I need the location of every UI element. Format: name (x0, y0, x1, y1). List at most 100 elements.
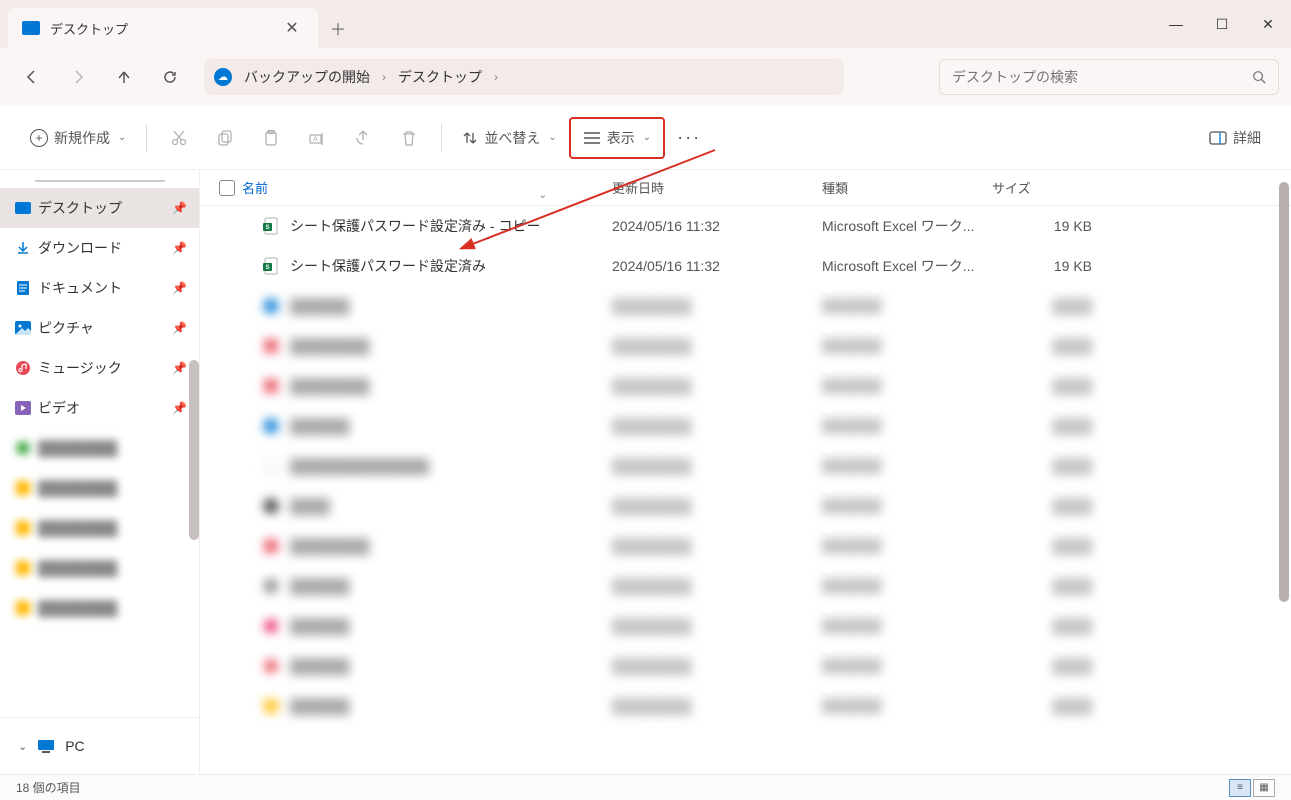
new-tab-button[interactable]: ＋ (318, 8, 358, 48)
details-view-button[interactable]: ≡ (1229, 779, 1251, 797)
up-button[interactable] (104, 59, 144, 95)
sort-icon (462, 130, 478, 146)
sidebar-pc-label: PC (65, 738, 84, 754)
column-headers: 名前 ⌄ 更新日時 種類 サイズ (200, 170, 1291, 206)
sort-indicator-icon: ⌄ (539, 190, 547, 201)
ellipsis-icon: ··· (677, 127, 701, 148)
file-size: 19 KB (992, 258, 1112, 274)
pin-icon: 📌 (172, 401, 187, 415)
pin-icon: 📌 (172, 321, 187, 335)
sidebar-item-blurred[interactable]: ████████ (0, 468, 199, 508)
sidebar-item-label: ドキュメント (38, 278, 122, 298)
file-row-blurred[interactable]: ████████████████████████ (200, 606, 1291, 646)
file-row-blurred[interactable]: ████████████████████████ (200, 646, 1291, 686)
toolbar: + 新規作成 ⌄ A 並べ替え ⌄ 表示 ⌄ ··· 詳細 (0, 106, 1291, 170)
file-row-blurred[interactable]: ████████████████████████ (200, 406, 1291, 446)
delete-button[interactable] (387, 118, 431, 158)
thumbnails-view-button[interactable]: ▦ (1253, 779, 1275, 797)
breadcrumb[interactable]: ☁ バックアップの開始 › デスクトップ › (204, 59, 844, 95)
file-row-blurred[interactable]: ██████████████████████████ (200, 526, 1291, 566)
tab-desktop[interactable]: デスクトップ ✕ (8, 8, 318, 48)
pin-icon: 📌 (172, 241, 187, 255)
share-button[interactable] (341, 118, 385, 158)
view-button[interactable]: 表示 ⌄ (569, 117, 665, 159)
column-header-size[interactable]: サイズ (992, 178, 1112, 197)
desktop-icon (22, 21, 40, 35)
refresh-button[interactable] (150, 59, 190, 95)
file-date: 2024/05/16 11:32 (612, 218, 822, 234)
paste-button[interactable] (249, 118, 293, 158)
file-list-scrollbar[interactable] (1279, 182, 1289, 602)
sidebar-item-pictures[interactable]: ピクチャ 📌 (0, 308, 199, 348)
column-header-name[interactable]: 名前 ⌄ (242, 178, 612, 197)
file-row-blurred[interactable]: ██████████████████████ (200, 486, 1291, 526)
pin-icon: 📌 (172, 201, 187, 215)
file-row-blurred[interactable]: ████████████████████████ (200, 566, 1291, 606)
sort-label: 並べ替え (484, 128, 540, 148)
sidebar-divider (35, 180, 165, 182)
column-header-date[interactable]: 更新日時 (612, 178, 822, 197)
file-row-blurred[interactable]: ████████████████████████ (200, 286, 1291, 326)
file-row-blurred[interactable]: ████████████████████████ (200, 686, 1291, 726)
file-row-blurred[interactable]: ██████████████████████████ (200, 366, 1291, 406)
item-count: 18 個の項目 (16, 779, 81, 796)
chevron-down-icon: ⌄ (118, 132, 126, 143)
details-label: 詳細 (1233, 128, 1261, 148)
separator (441, 124, 442, 152)
sidebar-item-blurred[interactable]: ████████ (0, 508, 199, 548)
details-pane-button[interactable]: 詳細 (1199, 118, 1271, 158)
sidebar-item-pc[interactable]: ⌄ PC (0, 728, 199, 764)
close-tab-icon[interactable]: ✕ (280, 16, 304, 40)
breadcrumb-desktop[interactable]: デスクトップ (394, 67, 486, 87)
sidebar-item-blurred[interactable]: ████████ (0, 588, 199, 628)
more-button[interactable]: ··· (667, 118, 711, 158)
new-button[interactable]: + 新規作成 ⌄ (20, 118, 136, 158)
document-icon (14, 279, 32, 297)
tab-title: デスクトップ (50, 19, 280, 38)
file-row-blurred[interactable]: ████████████████████████████████ (200, 446, 1291, 486)
sidebar-item-videos[interactable]: ビデオ 📌 (0, 388, 199, 428)
copy-button[interactable] (203, 118, 247, 158)
separator (146, 124, 147, 152)
breadcrumb-backup[interactable]: バックアップの開始 (240, 67, 374, 87)
sidebar-item-blurred[interactable]: ████████ (0, 548, 199, 588)
sidebar-item-documents[interactable]: ドキュメント 📌 (0, 268, 199, 308)
main-area: デスクトップ 📌 ダウンロード 📌 ドキュメント 📌 ピクチャ 📌 ミュージック (0, 170, 1291, 774)
search-box[interactable] (939, 59, 1279, 95)
file-size: 19 KB (992, 218, 1112, 234)
chevron-right-icon: › (486, 70, 506, 84)
sidebar-item-desktop[interactable]: デスクトップ 📌 (0, 188, 199, 228)
minimize-button[interactable]: — (1153, 4, 1199, 44)
file-date: 2024/05/16 11:32 (612, 258, 822, 274)
sidebar-item-music[interactable]: ミュージック 📌 (0, 348, 199, 388)
music-icon (14, 359, 32, 377)
file-type: Microsoft Excel ワーク... (822, 216, 992, 236)
pc-icon (37, 739, 55, 753)
sidebar-scrollbar[interactable] (189, 360, 199, 540)
close-window-button[interactable]: ✕ (1245, 4, 1291, 44)
details-icon (1209, 131, 1227, 145)
file-row[interactable]: S シート保護パスワード設定済み 2024/05/16 11:32 Micros… (200, 246, 1291, 286)
cut-button[interactable] (157, 118, 201, 158)
sidebar-item-downloads[interactable]: ダウンロード 📌 (0, 228, 199, 268)
file-row-blurred[interactable]: ██████████████████████████ (200, 326, 1291, 366)
column-header-type[interactable]: 種類 (822, 178, 992, 197)
file-row[interactable]: S シート保護パスワード設定済み - コピー 2024/05/16 11:32 … (200, 206, 1291, 246)
rename-button[interactable]: A (295, 118, 339, 158)
sidebar: デスクトップ 📌 ダウンロード 📌 ドキュメント 📌 ピクチャ 📌 ミュージック (0, 170, 200, 774)
forward-button[interactable] (58, 59, 98, 95)
chevron-down-icon: ⌄ (643, 132, 651, 143)
new-label: 新規作成 (54, 128, 110, 148)
sort-button[interactable]: 並べ替え ⌄ (452, 118, 566, 158)
maximize-button[interactable]: ☐ (1199, 4, 1245, 44)
statusbar: 18 個の項目 ≡ ▦ (0, 774, 1291, 800)
plus-circle-icon: + (30, 129, 48, 147)
back-button[interactable] (12, 59, 52, 95)
svg-text:S: S (266, 225, 270, 231)
select-all-checkbox[interactable] (212, 180, 242, 196)
navbar: ☁ バックアップの開始 › デスクトップ › (0, 48, 1291, 106)
sidebar-item-blurred[interactable]: ████████ (0, 428, 199, 468)
search-input[interactable] (952, 69, 1252, 85)
file-name: シート保護パスワード設定済み (290, 256, 486, 276)
sidebar-item-label: デスクトップ (38, 198, 122, 218)
